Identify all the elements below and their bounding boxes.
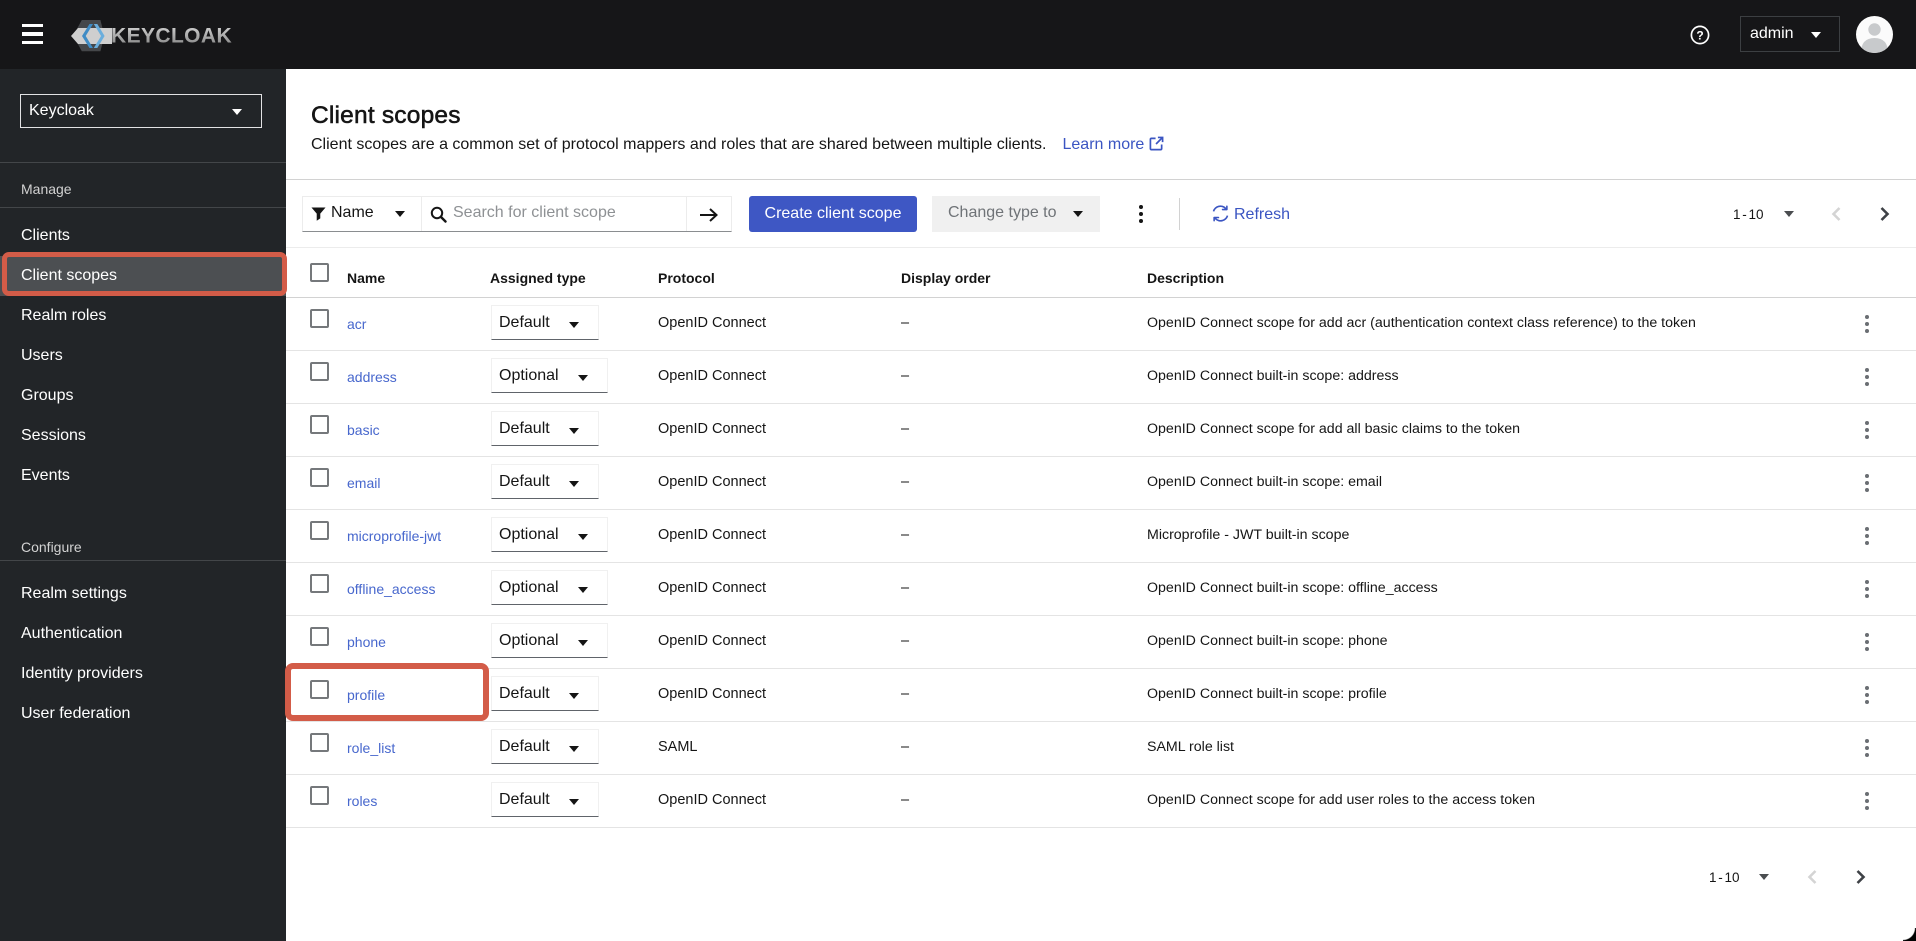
svg-text:KEYCLOAK: KEYCLOAK bbox=[111, 25, 232, 48]
svg-text:?: ? bbox=[1696, 28, 1703, 42]
